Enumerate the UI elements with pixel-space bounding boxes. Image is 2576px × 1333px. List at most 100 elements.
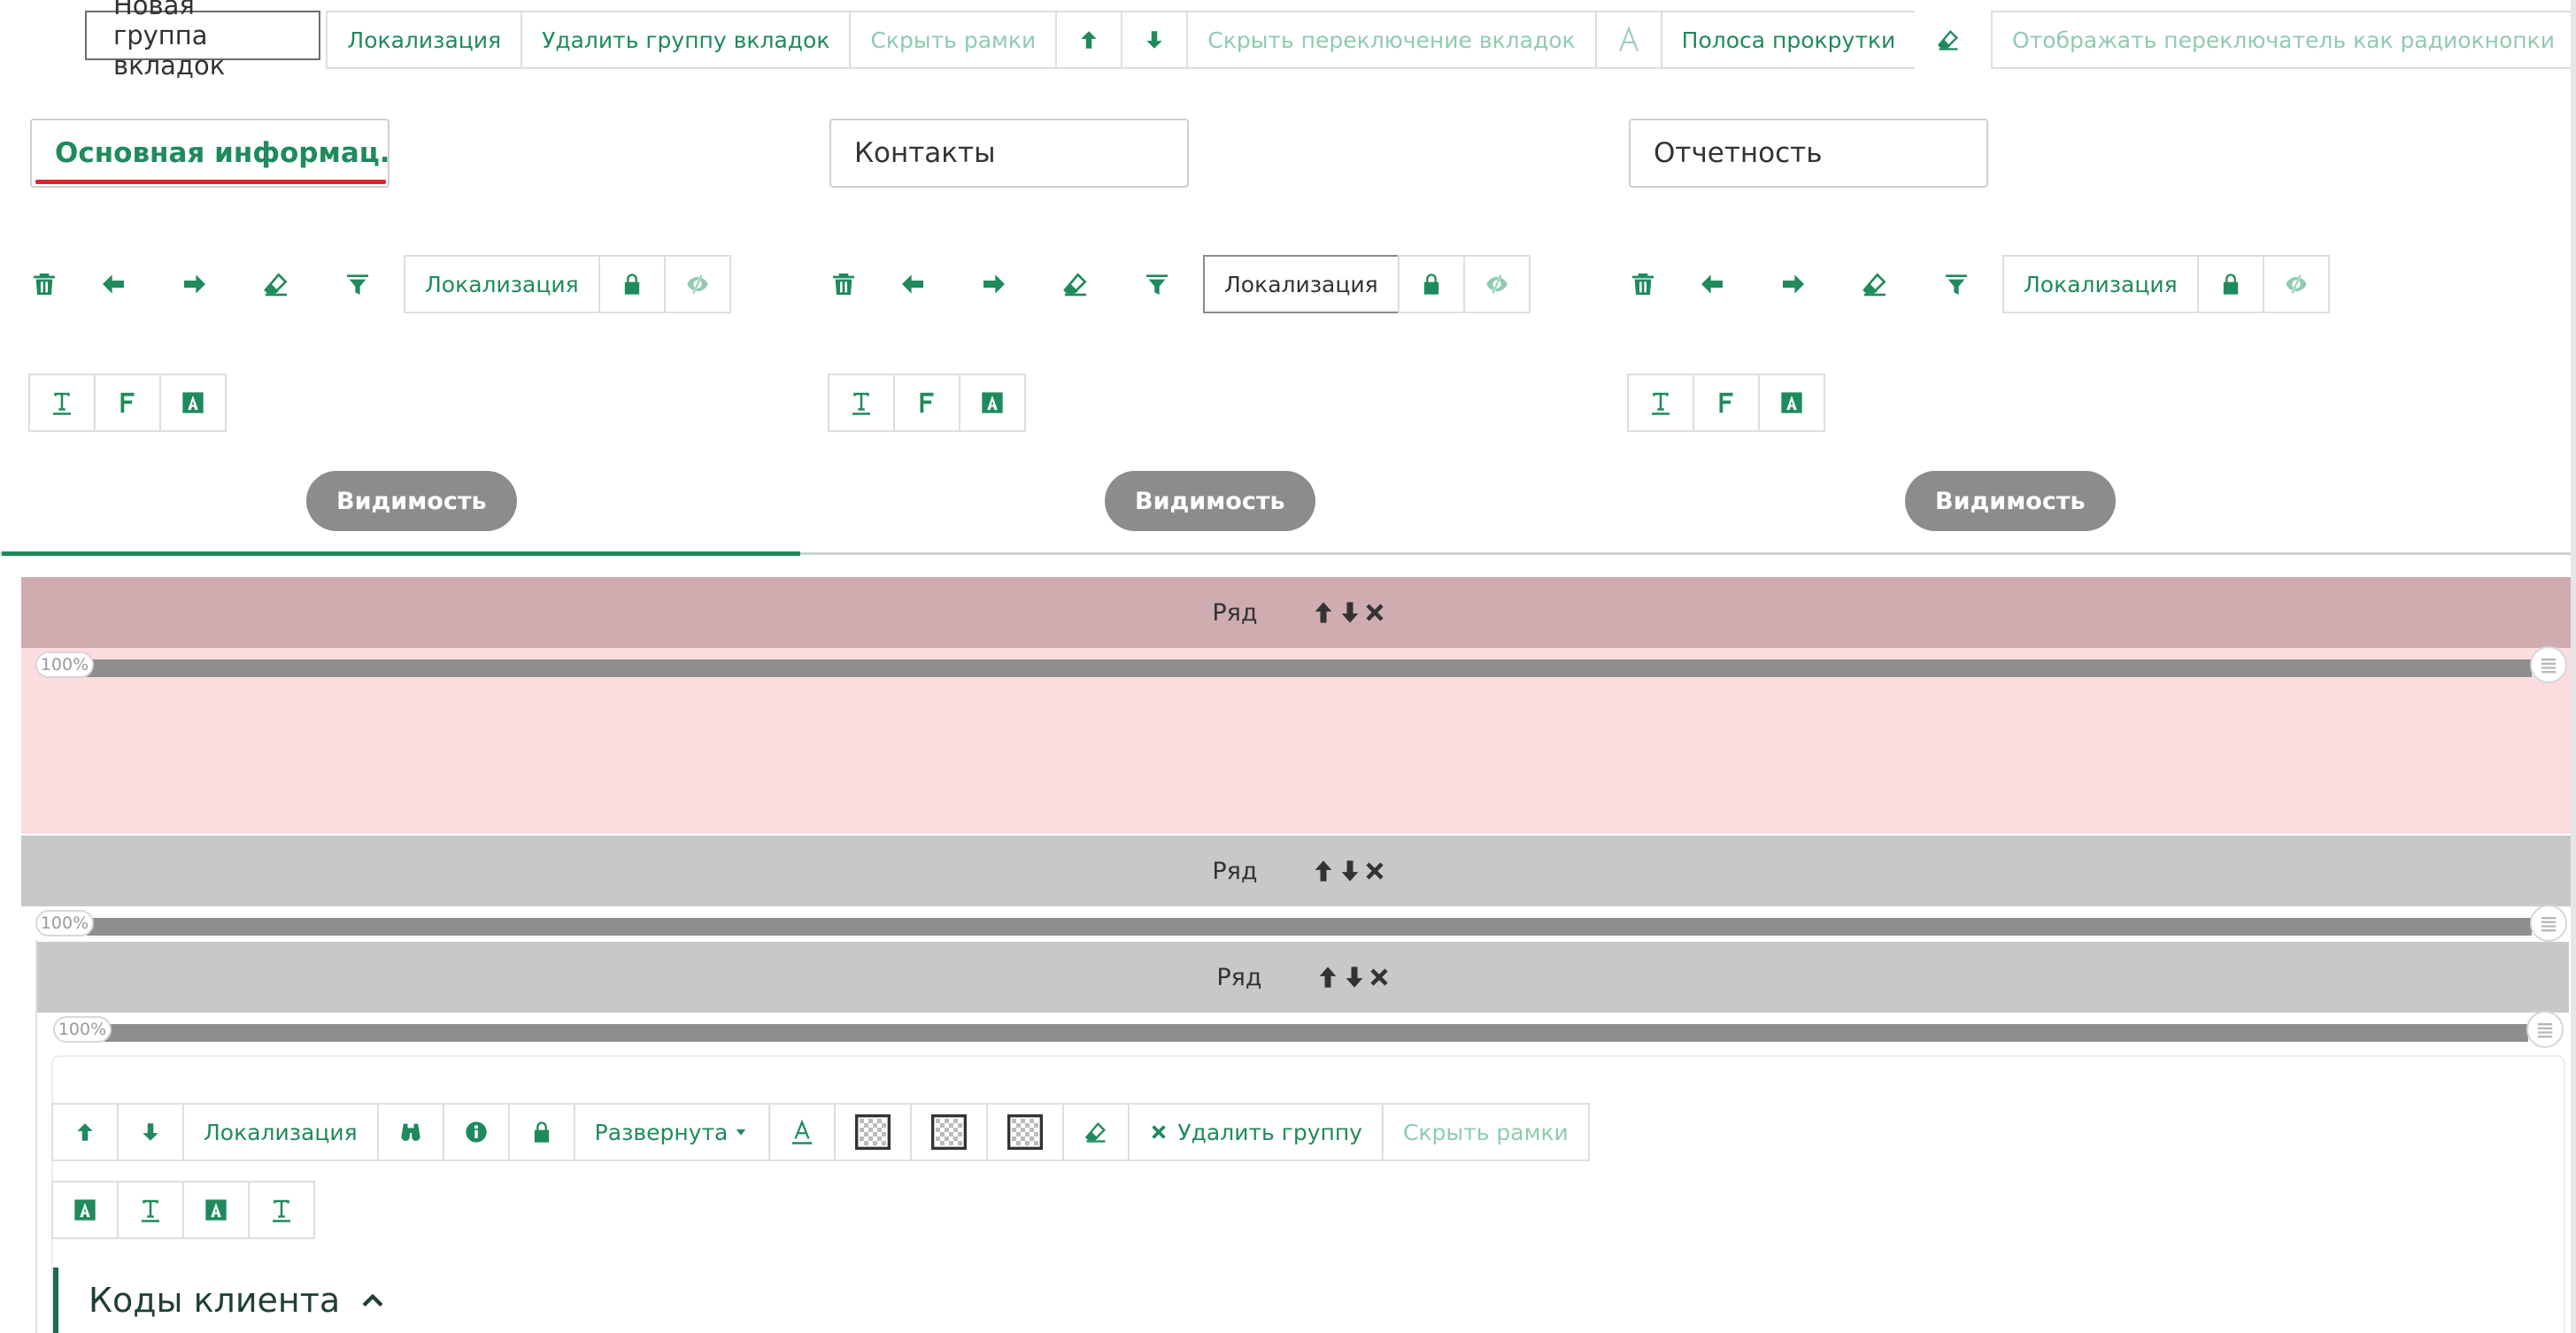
delete-group-button[interactable]: Удалить группу — [1128, 1103, 1384, 1161]
row-settings-handle[interactable] — [2530, 646, 2567, 683]
filter-button[interactable] — [317, 255, 398, 313]
hide-button[interactable] — [663, 255, 731, 313]
font-button[interactable] — [893, 374, 960, 432]
row-label: Ряд — [1212, 598, 1258, 627]
page-scrollbar[interactable] — [2571, 0, 2576, 1333]
move-left-button[interactable] — [872, 255, 953, 313]
move-left-button[interactable] — [1671, 255, 1753, 313]
chevron-up-icon[interactable] — [358, 1285, 388, 1315]
text-background-button[interactable] — [959, 374, 1026, 432]
localization-button[interactable]: Локализация — [2002, 255, 2199, 313]
eye-off-icon — [1485, 272, 1509, 297]
delete-tab-button[interactable] — [30, 255, 73, 313]
title-background-button[interactable] — [51, 1181, 119, 1239]
arrow-down-icon[interactable] — [1342, 965, 1367, 990]
visibility-button[interactable]: Видимость — [306, 471, 517, 531]
group-state-dropdown[interactable]: Развернута — [573, 1103, 771, 1161]
arrow-down-icon[interactable] — [1338, 859, 1362, 883]
hide-button[interactable] — [1462, 255, 1531, 313]
row-settings-handle[interactable] — [2530, 905, 2567, 942]
localization-button[interactable]: Локализация — [182, 1103, 379, 1161]
delete-tab-button[interactable] — [829, 255, 872, 313]
font-style-button[interactable] — [768, 1103, 837, 1161]
arrow-down-icon[interactable] — [1338, 600, 1362, 625]
move-right-button[interactable] — [154, 255, 235, 313]
clear-style-button[interactable] — [1834, 255, 1916, 313]
move-down-button[interactable] — [1121, 11, 1189, 69]
arrow-left-icon — [99, 270, 127, 298]
delete-tab-group-button[interactable]: Удалить группу вкладок — [521, 11, 852, 69]
text-background-button[interactable] — [1758, 374, 1825, 432]
font-style-button[interactable] — [1594, 11, 1662, 69]
group-state-value: Развернута — [594, 1119, 729, 1145]
width-percent: 100% — [35, 910, 94, 936]
tab-title-input[interactable]: Основная информац... — [30, 119, 389, 188]
clear-style-button[interactable] — [1035, 255, 1116, 313]
visibility-button[interactable]: Видимость — [1105, 471, 1315, 531]
close-icon[interactable] — [1364, 602, 1385, 623]
eraser-icon — [1061, 270, 1090, 298]
scrollbar-button[interactable]: Полоса прокрутки — [1660, 11, 1917, 69]
arrow-up-icon[interactable] — [1311, 600, 1336, 625]
lock-button[interactable] — [598, 255, 666, 313]
move-right-button[interactable] — [1753, 255, 1834, 313]
hide-button[interactable] — [2262, 255, 2330, 313]
title-style-button[interactable] — [117, 1181, 184, 1239]
tab-title-input[interactable]: Отчетность — [1629, 119, 1988, 188]
text-t-icon — [268, 1197, 295, 1223]
radio-switch-button[interactable]: Отображать переключатель как радиокнопки — [1991, 11, 2576, 69]
text-style-button[interactable] — [1627, 374, 1694, 432]
text-t-icon — [848, 389, 875, 416]
move-right-button[interactable] — [953, 255, 1035, 313]
clear-style-button[interactable] — [1062, 1103, 1130, 1161]
localization-button[interactable]: Локализация — [404, 255, 600, 313]
row-settings-handle[interactable] — [2526, 1011, 2564, 1048]
move-down-button[interactable] — [117, 1103, 184, 1161]
filter-button[interactable] — [1116, 255, 1198, 313]
arrow-up-icon[interactable] — [1315, 965, 1340, 990]
hide-frames-button[interactable]: Скрыть рамки — [1381, 1103, 1590, 1161]
move-up-button[interactable] — [1055, 11, 1123, 69]
font-button[interactable] — [1693, 374, 1760, 432]
visibility-button[interactable]: Видимость — [1905, 471, 2116, 531]
localization-button[interactable]: Локализация — [326, 11, 523, 69]
content-style-button[interactable] — [248, 1181, 315, 1239]
content-background-button[interactable] — [182, 1181, 250, 1239]
move-up-button[interactable] — [51, 1103, 119, 1161]
clear-style-button[interactable] — [1915, 11, 1983, 69]
lock-button[interactable] — [1397, 255, 1465, 313]
text-style-button[interactable] — [28, 374, 96, 432]
lock-button[interactable] — [507, 1103, 575, 1161]
background-button-3[interactable] — [986, 1103, 1065, 1161]
background-button-2[interactable] — [910, 1103, 989, 1161]
delete-tab-button[interactable] — [1629, 255, 1671, 313]
close-icon[interactable] — [1364, 860, 1385, 882]
text-style-button[interactable] — [828, 374, 895, 432]
clear-style-button[interactable] — [235, 255, 317, 313]
row-width-slider-1[interactable]: 100% — [35, 646, 2567, 683]
font-button[interactable] — [94, 374, 161, 432]
row-width-slider-2[interactable]: 100% — [35, 905, 2567, 942]
search-button[interactable] — [376, 1103, 444, 1161]
background-button-1[interactable] — [834, 1103, 913, 1161]
transparent-color-icon — [855, 1114, 891, 1150]
close-icon[interactable] — [1369, 967, 1390, 988]
move-left-button[interactable] — [73, 255, 154, 313]
text-background-button[interactable] — [159, 374, 227, 432]
localization-button[interactable]: Локализация — [1203, 255, 1400, 313]
hide-tab-switch-button[interactable]: Скрыть переключение вкладок — [1186, 11, 1597, 69]
hide-frames-button[interactable]: Скрыть рамки — [849, 11, 1058, 69]
arrow-up-icon[interactable] — [1311, 859, 1336, 883]
new-tab-group-button[interactable]: Новая группа вкладок — [85, 0, 321, 81]
group-header[interactable]: Коды клиента — [53, 1268, 388, 1333]
row-width-slider-3[interactable]: 100% — [53, 1011, 2564, 1048]
tab-title-input[interactable]: Контакты — [829, 119, 1189, 188]
text-f-icon — [114, 389, 141, 416]
group-panel — [51, 1055, 2565, 1333]
lock-button[interactable] — [2196, 255, 2264, 313]
caret-down-icon — [733, 1124, 749, 1140]
filter-button[interactable] — [1916, 255, 1997, 313]
info-button[interactable] — [442, 1103, 510, 1161]
text-t-icon — [137, 1197, 164, 1223]
close-icon — [1149, 1122, 1168, 1142]
